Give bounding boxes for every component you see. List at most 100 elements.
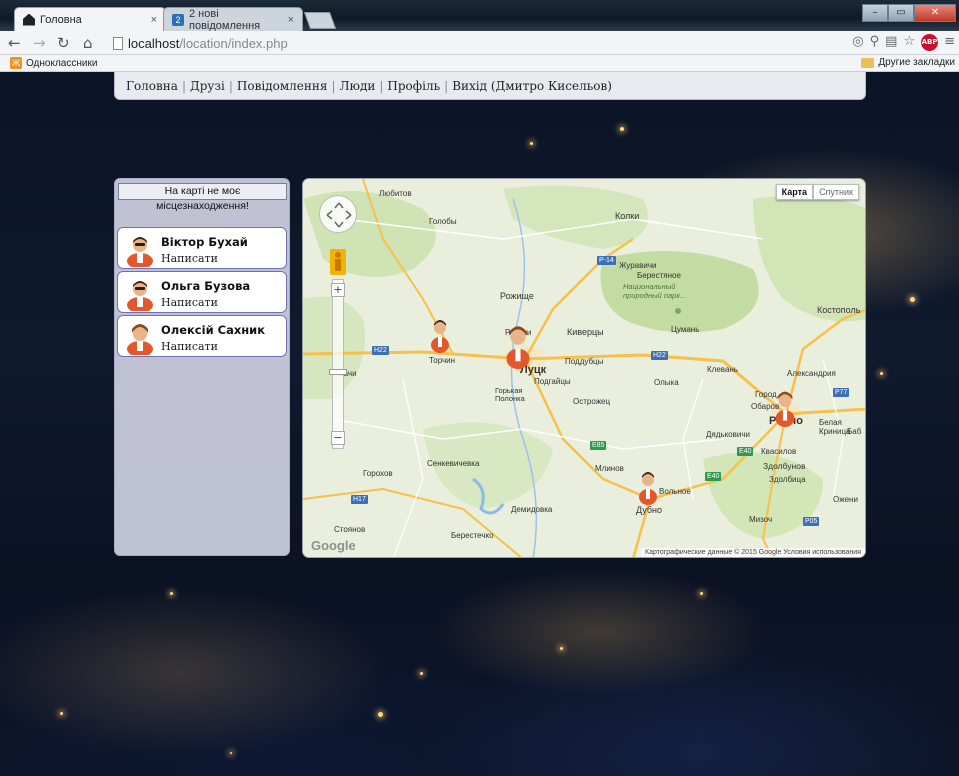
map-label: Клевань (707, 365, 738, 374)
city-light (880, 372, 883, 375)
bookmark-star-icon[interactable]: ☆ (903, 34, 915, 51)
home-icon[interactable]: ⌂ (83, 34, 93, 52)
city-light (700, 592, 703, 595)
tab-close-icon[interactable]: × (151, 14, 157, 26)
nav-item-home[interactable]: Головна (122, 79, 182, 93)
other-bookmarks[interactable]: Другие закладки (861, 57, 955, 68)
adblock-icon[interactable]: ABP (921, 34, 939, 51)
avatar (127, 324, 153, 355)
map-label: Киверцы (567, 327, 604, 337)
map-label: Александрия (787, 369, 836, 378)
google-map[interactable]: Любитов Голобы Колки Журавичи Берестяное… (302, 178, 866, 558)
map-label: Берестяное (637, 271, 681, 280)
user-card[interactable]: Олексій Сахник Написати (117, 315, 287, 357)
highway-shield: H22 (651, 351, 668, 360)
bookmarks-bar: Ж Одноклассники Другие закладки (0, 55, 959, 72)
map-label: Национальный природный парк... (623, 282, 687, 300)
map-label: Стоянов (334, 525, 366, 534)
city-light (620, 127, 624, 131)
users-panel: На карті не моє місцезнаходження! Віктор… (114, 178, 290, 556)
translate-icon[interactable]: ▤ (885, 34, 897, 51)
map-label: Берестечко (451, 531, 494, 540)
map-label: Горькая Полонка (495, 386, 525, 403)
new-tab-button[interactable] (303, 12, 337, 29)
zoom-out-button[interactable]: − (331, 431, 345, 445)
street-view-pegman-icon[interactable] (330, 249, 346, 275)
google-logo: Google (311, 538, 356, 553)
zoom-in-button[interactable]: + (331, 283, 345, 297)
tab-title: Головна (40, 13, 82, 26)
extension-icons: ◎ ⚲ ▤ ☆ ABP ≡ (852, 34, 955, 51)
write-message-link[interactable]: Написати (161, 340, 218, 353)
extension-icon[interactable]: ⚲ (870, 34, 880, 51)
back-arrow-icon[interactable]: ← (8, 34, 21, 52)
window-controls: – ▭ ✕ (862, 4, 956, 22)
map-label: Журавичи (619, 261, 657, 270)
main-navigation: Головна | Друзі | Повідомлення | Люди | Проф… (114, 72, 866, 100)
bookmark-odnoklassniki[interactable]: Ж Одноклассники (10, 57, 97, 69)
city-light (378, 712, 383, 717)
user-map-marker[interactable] (501, 323, 535, 369)
user-name: Віктор Бухай (161, 235, 248, 249)
tab-close-icon[interactable]: × (288, 14, 294, 26)
city-light (910, 297, 915, 302)
map-type-satellite-button[interactable]: Спутник (813, 184, 859, 200)
pan-control[interactable] (319, 195, 357, 233)
avatar (127, 281, 153, 311)
location-icon[interactable]: ◎ (852, 34, 863, 51)
map-label: Острожец (573, 397, 611, 406)
map-label: Дядьковичи (706, 430, 750, 439)
page-icon (113, 36, 123, 50)
close-window-button[interactable]: ✕ (914, 4, 956, 22)
user-card[interactable]: Ольга Бузова Написати (117, 271, 287, 313)
map-label: Квасилов (761, 447, 797, 456)
user-map-marker[interactable] (429, 317, 451, 353)
city-light (560, 647, 563, 650)
maximize-button[interactable]: ▭ (888, 4, 914, 22)
map-label: Олыка (654, 378, 679, 387)
forward-arrow-icon[interactable]: → (33, 34, 46, 52)
write-message-link[interactable]: Написати (161, 296, 218, 309)
map-label: Голобы (429, 217, 457, 226)
nav-item-friends[interactable]: Друзі (186, 79, 229, 93)
map-label: Ожени (833, 495, 858, 504)
highway-shield: E40 (737, 447, 754, 456)
user-name: Олексій Сахник (161, 323, 266, 337)
map-label: Баб (847, 427, 862, 436)
nav-item-people[interactable]: Люди (336, 79, 380, 93)
avatar (127, 237, 153, 267)
highway-shield: P-14 (597, 256, 616, 265)
map-tiles (303, 179, 865, 557)
zoom-slider-track[interactable] (332, 279, 344, 449)
tab-home[interactable]: Головна × (14, 7, 166, 31)
map-attribution[interactable]: Картографические данные © 2015 Google Ус… (641, 548, 865, 557)
map-label: Торчин (429, 356, 456, 365)
user-card[interactable]: Віктор Бухай Написати (117, 227, 287, 269)
reload-icon[interactable]: ↻ (57, 34, 70, 52)
menu-icon[interactable]: ≡ (944, 34, 955, 51)
nav-item-logout[interactable]: Вихід (Дмитро Кисельов) (448, 79, 616, 93)
write-message-link[interactable]: Написати (161, 252, 218, 265)
bookmark-label: Другие закладки (878, 57, 955, 68)
address-bar[interactable]: localhost/location/index.php (113, 33, 833, 53)
zoom-slider-handle[interactable] (329, 369, 347, 375)
city-light (170, 592, 173, 595)
nav-item-profile[interactable]: Профіль (383, 79, 444, 93)
map-type-map-button[interactable]: Карта (775, 184, 814, 200)
tab-messages[interactable]: 2 2 нові повідомлення × (163, 7, 303, 32)
address-host: localhost (128, 35, 180, 51)
map-label: Млинов (595, 464, 624, 473)
minimize-button[interactable]: – (862, 4, 888, 22)
user-map-marker[interactable] (773, 389, 797, 427)
nav-item-messages[interactable]: Повідомлення (233, 79, 332, 93)
map-type-control: Карта Спутник (775, 184, 859, 200)
user-map-marker[interactable] (637, 469, 659, 505)
map-label: Поддубцы (565, 357, 604, 366)
map-label: Вольное (659, 487, 691, 496)
map-label: Рожище (500, 291, 534, 301)
no-location-button[interactable]: На карті не моє місцезнаходження! (118, 183, 287, 212)
map-label: Сенкевичевка (427, 459, 480, 468)
map-label: Здолбица (769, 475, 806, 484)
highway-shield: P77 (833, 388, 850, 397)
message-favicon-icon: 2 (172, 13, 184, 26)
